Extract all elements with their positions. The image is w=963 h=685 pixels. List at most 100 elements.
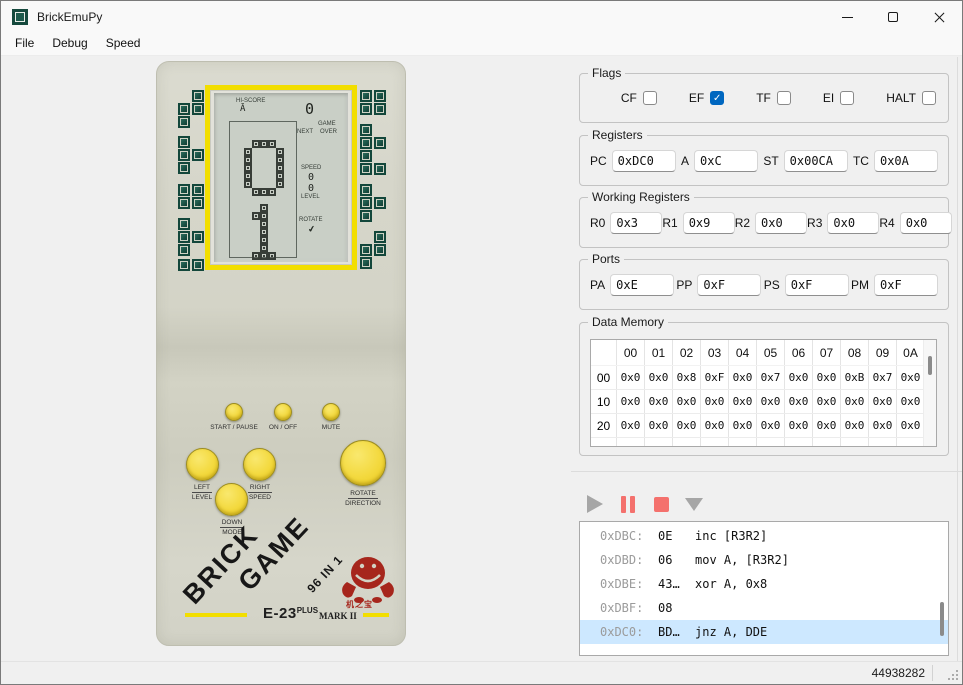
memory-cell[interactable]: 0x0: [785, 414, 813, 437]
deco-brick-square: [178, 103, 190, 115]
disasm-row-selected[interactable]: 0xDC0:BD…jnz A, DDE: [580, 620, 948, 644]
memory-cell[interactable]: 0x0: [701, 414, 729, 437]
step-button[interactable]: [683, 492, 705, 516]
disasm-row[interactable]: 0xDBE:43…xor A, 0x8: [580, 572, 948, 596]
pause-button[interactable]: [617, 492, 639, 516]
memory-cell[interactable]: 0x0: [813, 390, 841, 413]
deco-brick-square: [360, 244, 372, 256]
memory-cell[interactable]: 0x7: [757, 366, 785, 389]
mute-button[interactable]: [322, 403, 340, 421]
flag-ei-checkbox[interactable]: [840, 91, 854, 105]
memory-cell[interactable]: 0x0: [813, 414, 841, 437]
memory-scrollbar[interactable]: [923, 340, 936, 446]
splitter-horizontal[interactable]: [571, 471, 963, 472]
memory-cell[interactable]: 0x0: [869, 414, 897, 437]
lcd-playfield: [229, 121, 297, 258]
r1-input[interactable]: [683, 212, 735, 234]
field-pc: PC: [590, 150, 676, 172]
app-icon: [12, 9, 28, 25]
close-button[interactable]: [916, 1, 962, 33]
lcd-block: [276, 164, 284, 172]
play-button[interactable]: [584, 492, 606, 516]
a-input[interactable]: [694, 150, 758, 172]
memory-cell[interactable]: 0x0: [897, 366, 925, 389]
disasm-mnemonic: inc [R3R2]: [695, 529, 767, 543]
disassembly-scrollbar-thumb[interactable]: [940, 602, 944, 636]
r0-input[interactable]: [610, 212, 662, 234]
disasm-row[interactable]: 0xDBC:0Einc [R3R2]: [580, 524, 948, 548]
flag-halt-checkbox[interactable]: [922, 91, 936, 105]
memory-row-header: 00: [591, 366, 617, 389]
memory-cell[interactable]: 0x8: [673, 366, 701, 389]
memory-col-header: 07: [813, 340, 841, 365]
memory-cell[interactable]: 0x0: [729, 366, 757, 389]
disasm-mnemonic: jnz A, DDE: [695, 625, 767, 639]
memory-cell[interactable]: 0x0: [617, 414, 645, 437]
deco-brick-square: [360, 197, 372, 209]
stop-button[interactable]: [650, 492, 672, 516]
data-memory-table[interactable]: 000102030405060708090A000x00x00x80xF0x00…: [590, 339, 937, 447]
disassembly-list[interactable]: 0xDBC:0Einc [R3R2]0xDBD:06mov A, [R3R2]0…: [579, 521, 949, 656]
pc-input[interactable]: [612, 150, 676, 172]
field-label: R4: [879, 216, 894, 230]
r4-input[interactable]: [900, 212, 952, 234]
memory-cell[interactable]: 0x0: [757, 390, 785, 413]
field-r0: R0: [590, 212, 662, 234]
memory-cell[interactable]: 0x0: [785, 366, 813, 389]
memory-cell[interactable]: 0x0: [785, 390, 813, 413]
memory-cell[interactable]: 0xF: [701, 366, 729, 389]
pm-input[interactable]: [874, 274, 938, 296]
minimize-button[interactable]: [824, 1, 870, 33]
r3-input[interactable]: [827, 212, 879, 234]
memory-cell[interactable]: 0x0: [757, 414, 785, 437]
memory-cell[interactable]: 0x0: [729, 390, 757, 413]
pa-input[interactable]: [610, 274, 674, 296]
memory-cell[interactable]: 0x0: [869, 390, 897, 413]
field-label: PM: [851, 278, 869, 292]
r2-input[interactable]: [755, 212, 807, 234]
flag-ef-checkbox[interactable]: ✓: [710, 91, 724, 105]
st-input[interactable]: [784, 150, 848, 172]
disasm-row[interactable]: 0xDBD:06mov A, [R3R2]: [580, 548, 948, 572]
ps-input[interactable]: [785, 274, 849, 296]
memory-cell[interactable]: 0x0: [813, 366, 841, 389]
over-label: OVER: [320, 129, 337, 135]
resize-grip[interactable]: [946, 668, 959, 681]
start-pause-button[interactable]: [225, 403, 243, 421]
tc-input[interactable]: [874, 150, 938, 172]
flag-cf-checkbox[interactable]: [643, 91, 657, 105]
maximize-button[interactable]: [870, 1, 916, 33]
onoff-button[interactable]: [274, 403, 292, 421]
memory-cell[interactable]: 0xB: [841, 366, 869, 389]
memory-cell[interactable]: 0x0: [841, 390, 869, 413]
menu-file[interactable]: File: [6, 33, 43, 53]
left-button[interactable]: [186, 448, 219, 481]
right-button[interactable]: [243, 448, 276, 481]
field-label: PP: [676, 278, 692, 292]
memory-cell[interactable]: 0x0: [897, 414, 925, 437]
memory-col-header: 05: [757, 340, 785, 365]
menu-speed[interactable]: Speed: [97, 33, 150, 53]
memory-scrollbar-thumb[interactable]: [928, 356, 932, 375]
deco-brick-square: [374, 231, 386, 243]
memory-cell[interactable]: 0x0: [673, 390, 701, 413]
disasm-opcode: BD…: [658, 625, 695, 639]
memory-cell[interactable]: 0x0: [729, 414, 757, 437]
memory-cell[interactable]: 0x0: [617, 366, 645, 389]
memory-cell[interactable]: 0x0: [897, 390, 925, 413]
rotate-button[interactable]: [340, 440, 386, 486]
flag-tf-checkbox[interactable]: [777, 91, 791, 105]
pp-input[interactable]: [697, 274, 761, 296]
lcd-block: [260, 228, 268, 236]
memory-cell[interactable]: 0x0: [645, 366, 673, 389]
memory-cell[interactable]: 0x0: [617, 390, 645, 413]
memory-cell[interactable]: 0x0: [645, 390, 673, 413]
memory-cell[interactable]: 0x0: [673, 414, 701, 437]
memory-cell[interactable]: 0x0: [645, 414, 673, 437]
flag-halt: HALT: [886, 91, 936, 105]
memory-cell[interactable]: 0x0: [701, 390, 729, 413]
menu-debug[interactable]: Debug: [43, 33, 96, 53]
disasm-row[interactable]: 0xDBF:08: [580, 596, 948, 620]
memory-cell[interactable]: 0x7: [869, 366, 897, 389]
memory-cell[interactable]: 0x0: [841, 414, 869, 437]
